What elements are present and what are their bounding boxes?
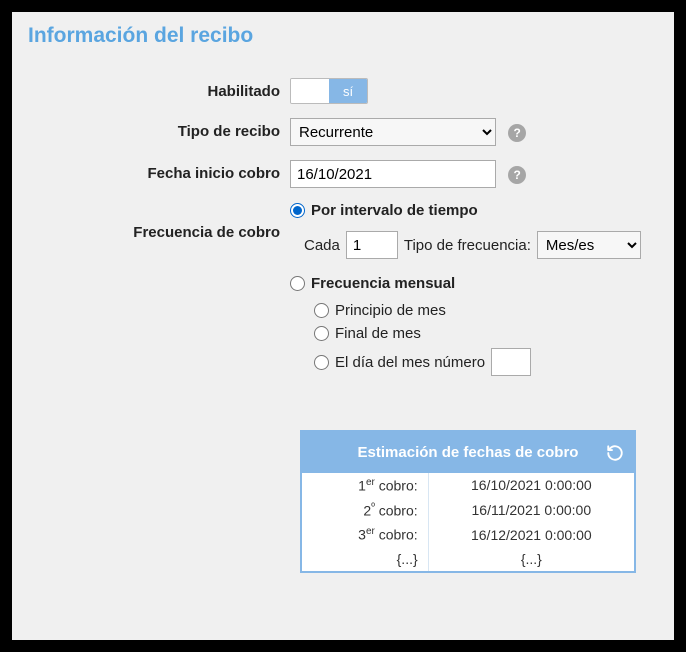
label-final: Final de mes [335,325,421,342]
radio-monthly[interactable] [290,276,305,291]
estimate-date: {...} [428,547,634,571]
radio-interval[interactable] [290,203,305,218]
label-frecuencia: Frecuencia de cobro [28,202,290,241]
radio-line-dia-num: El día del mes número [314,348,658,376]
row-fecha-inicio: Fecha inicio cobro ? [28,160,658,188]
radio-line-monthly: Frecuencia mensual [290,275,658,292]
refresh-icon[interactable] [606,444,624,462]
monthly-sub-options: Principio de mes Final de mes El día del… [314,302,658,376]
radio-line-interval: Por intervalo de tiempo [290,202,658,219]
help-icon[interactable]: ? [508,166,526,184]
table-row: 2º cobro:16/11/2021 0:00:00 [302,498,634,523]
estimate-ordinal: 2º cobro: [302,498,428,523]
radio-line-final: Final de mes [314,325,658,342]
radio-final[interactable] [314,326,329,341]
radio-principio[interactable] [314,303,329,318]
help-icon[interactable]: ? [508,124,526,142]
toggle-habilitado[interactable]: sí [290,78,368,104]
label-principio: Principio de mes [335,302,446,319]
row-tipo-recibo: Tipo de recibo Recurrente ? [28,118,658,146]
table-row: 3er cobro:16/12/2021 0:00:00 [302,522,634,547]
interval-sub-line: Cada Tipo de frecuencia: Mes/es [304,231,658,259]
label-dia-num: El día del mes número [335,354,485,371]
select-tipo-recibo[interactable]: Recurrente [290,118,496,146]
estimate-table: 1er cobro:16/10/2021 0:00:002º cobro:16/… [302,473,634,571]
radio-dia-num[interactable] [314,355,329,370]
estimate-ordinal: {...} [302,547,428,571]
panel-title: Información del recibo [28,24,658,48]
receipt-info-panel: Información del recibo Habilitado sí Tip… [12,12,674,640]
radio-interval-label: Por intervalo de tiempo [311,202,478,219]
label-cada: Cada [304,237,340,254]
estimate-date: 16/10/2021 0:00:00 [428,473,634,498]
select-tipo-freq[interactable]: Mes/es [537,231,641,259]
radio-monthly-label: Frecuencia mensual [311,275,455,292]
toggle-off-side [291,79,329,103]
estimate-date: 16/11/2021 0:00:00 [428,498,634,523]
toggle-on-side: sí [329,79,367,103]
estimate-panel: Estimación de fechas de cobro 1er cobro:… [300,430,636,573]
input-fecha-inicio[interactable] [290,160,496,188]
estimate-date: 16/12/2021 0:00:00 [428,522,634,547]
estimate-header-title: Estimación de fechas de cobro [358,444,579,461]
label-habilitado: Habilitado [28,78,290,100]
input-cada[interactable] [346,231,398,259]
row-frecuencia: Frecuencia de cobro Por intervalo de tie… [28,202,658,382]
estimate-ordinal: 1er cobro: [302,473,428,498]
label-fecha-inicio: Fecha inicio cobro [28,160,290,182]
radio-line-principio: Principio de mes [314,302,658,319]
table-row: {...}{...} [302,547,634,571]
input-dia-num[interactable] [491,348,531,376]
estimate-header: Estimación de fechas de cobro [302,432,634,473]
label-tipo-freq: Tipo de frecuencia: [404,237,531,254]
table-row: 1er cobro:16/10/2021 0:00:00 [302,473,634,498]
estimate-ordinal: 3er cobro: [302,522,428,547]
row-habilitado: Habilitado sí [28,78,658,104]
label-tipo-recibo: Tipo de recibo [28,118,290,140]
